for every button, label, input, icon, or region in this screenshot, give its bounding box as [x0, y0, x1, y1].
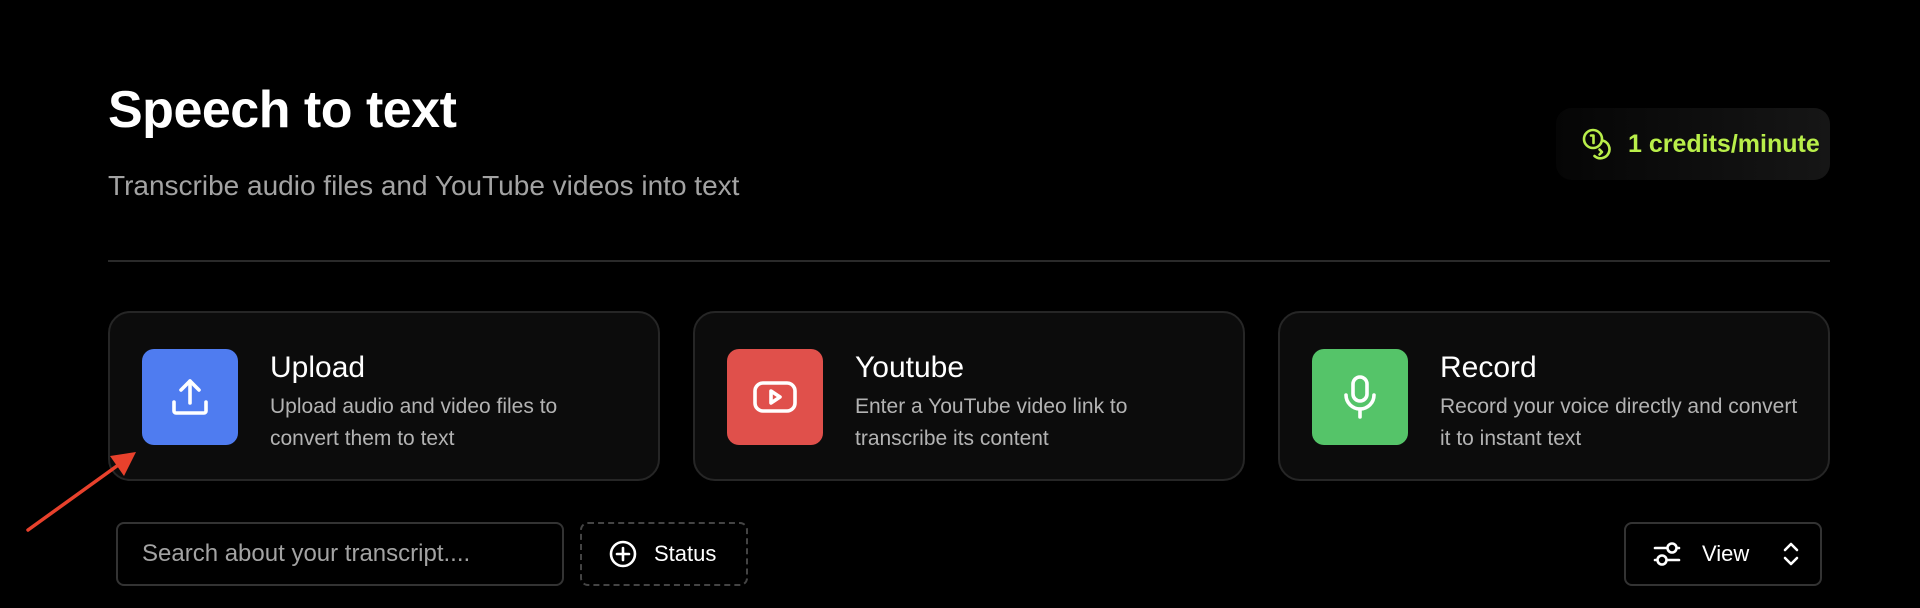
coins-icon: [1580, 126, 1616, 162]
upload-card-description: Upload audio and video files to convert …: [270, 395, 558, 450]
status-filter-button[interactable]: Status: [580, 522, 748, 586]
record-card-text: Record Record your voice directly and co…: [1440, 347, 1800, 455]
sliders-icon: [1653, 542, 1681, 566]
upload-icon: [142, 349, 238, 445]
speech-to-text-page: Speech to text Transcribe audio files an…: [0, 0, 1920, 608]
status-filter-label: Status: [654, 541, 717, 566]
record-card[interactable]: Record Record your voice directly and co…: [1278, 311, 1830, 481]
upload-card-title: Upload: [270, 351, 366, 384]
header-divider: [108, 260, 1830, 262]
chevron-up-down-icon: [1781, 539, 1801, 569]
youtube-card-description: Enter a YouTube video link to transcribe…: [855, 395, 1128, 450]
youtube-play-icon: [727, 349, 823, 445]
source-cards: Upload Upload audio and video files to c…: [108, 311, 1830, 481]
youtube-card-title: Youtube: [855, 351, 965, 384]
plus-circle-icon: [609, 540, 637, 568]
microphone-icon: [1312, 349, 1408, 445]
page-title: Speech to text: [108, 81, 457, 139]
record-card-description: Record your voice directly and convert i…: [1440, 395, 1798, 450]
credits-badge: 1 credits/minute: [1556, 108, 1830, 180]
page-subtitle: Transcribe audio files and YouTube video…: [108, 170, 740, 201]
credits-label: 1 credits/minute: [1628, 129, 1820, 158]
record-card-title: Record: [1440, 351, 1537, 384]
upload-card[interactable]: Upload Upload audio and video files to c…: [108, 311, 660, 481]
view-options-label: View: [1702, 541, 1750, 566]
youtube-card[interactable]: Youtube Enter a YouTube video link to tr…: [693, 311, 1245, 481]
youtube-card-text: Youtube Enter a YouTube video link to tr…: [855, 347, 1215, 455]
upload-card-text: Upload Upload audio and video files to c…: [270, 347, 630, 455]
search-input[interactable]: [116, 522, 564, 586]
view-options-button[interactable]: View: [1624, 522, 1822, 586]
